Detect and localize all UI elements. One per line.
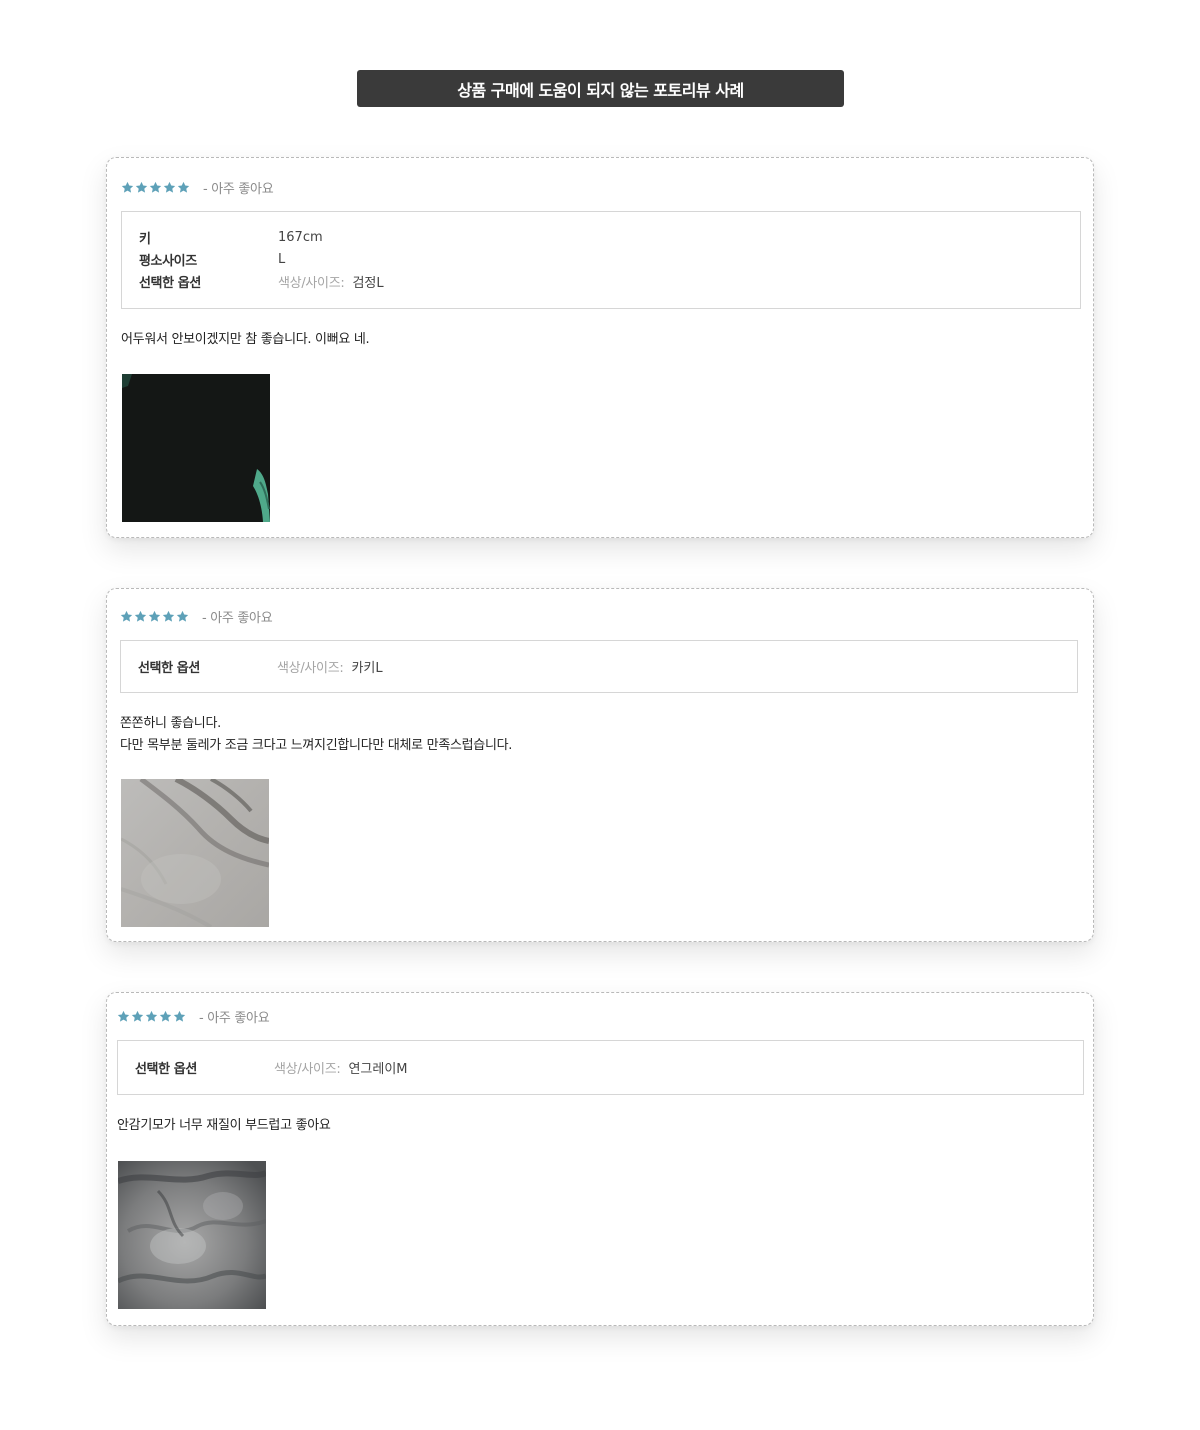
review-photo[interactable] (122, 374, 270, 522)
review-rating: - 아주 좋아요 (117, 1008, 270, 1026)
fleece-lining-photo-image (118, 1161, 266, 1309)
option-row-usual-size: 평소사이즈 L (139, 249, 1063, 269)
star-icon (131, 1010, 144, 1023)
rating-text: - 아주 좋아요 (199, 1010, 270, 1026)
review-options-box: 키 167cm 평소사이즈 L 선택한 옵션 색상/사이즈: 검정L (121, 211, 1081, 309)
option-label: 평소사이즈 (139, 253, 197, 269)
review-photo[interactable] (121, 779, 269, 927)
star-icon (173, 1010, 186, 1023)
option-row-selected: 선택한 옵션 색상/사이즈: 검정L (139, 271, 1063, 291)
star-icon (163, 181, 176, 194)
review-card: - 아주 좋아요 선택한 옵션 색상/사이즈: 연그레이M 안감기모가 너무 재… (106, 992, 1094, 1326)
star-icon (176, 610, 189, 623)
review-text-line: 다만 목부분 둘레가 조금 크다고 느껴지긴합니다만 대체로 만족스럽습니다. (120, 738, 513, 753)
option-row-height: 키 167cm (139, 227, 1063, 247)
option-key: 색상/사이즈: (274, 1061, 341, 1077)
review-text-line: 어두워서 안보이겠지만 참 좋습니다. 이뻐요 네. (121, 332, 370, 347)
option-label: 선택한 옵션 (135, 1061, 197, 1077)
star-icon (149, 181, 162, 194)
star-icon (177, 181, 190, 194)
page-banner-title: 상품 구매에 도움이 되지 않는 포토리뷰 사례 (357, 70, 844, 107)
star-icon (159, 1010, 172, 1023)
review-card: - 아주 좋아요 키 167cm 평소사이즈 L 선택한 옵션 색상/사이즈: … (106, 157, 1094, 538)
review-text: 쫀쫀하니 좋습니다. 다만 목부분 둘레가 조금 크다고 느껴지긴합니다만 대체… (120, 713, 512, 757)
review-options-box: 선택한 옵션 색상/사이즈: 카키L (120, 640, 1078, 693)
star-icon (134, 610, 147, 623)
rating-text: - 아주 좋아요 (202, 610, 273, 626)
review-rating: - 아주 좋아요 (121, 179, 274, 197)
star-icon (135, 181, 148, 194)
star-icon (162, 610, 175, 623)
review-text: 어두워서 안보이겠지만 참 좋습니다. 이뻐요 네. (121, 329, 370, 351)
star-icon (145, 1010, 158, 1023)
option-key: 색상/사이즈: (277, 660, 344, 676)
review-options-box: 선택한 옵션 색상/사이즈: 연그레이M (117, 1040, 1084, 1095)
star-rating (117, 1010, 187, 1023)
option-key: 색상/사이즈: (278, 275, 345, 291)
grey-fabric-photo-image (121, 779, 269, 927)
option-value: 연그레이M (348, 1061, 408, 1077)
option-value: L (278, 251, 286, 267)
review-card: - 아주 좋아요 선택한 옵션 색상/사이즈: 카키L 쫀쫀하니 좋습니다. 다… (106, 588, 1094, 942)
option-label: 키 (139, 231, 151, 247)
rating-text: - 아주 좋아요 (203, 181, 274, 197)
option-value: 검정L (352, 275, 384, 291)
option-value: 167cm (278, 229, 323, 245)
review-text: 안감기모가 너무 재질이 부드럽고 좋아요 (117, 1115, 331, 1137)
option-row-selected: 선택한 옵션 색상/사이즈: 연그레이M (135, 1057, 1066, 1077)
review-rating: - 아주 좋아요 (120, 608, 273, 626)
dark-photo-image (122, 374, 270, 522)
star-rating (120, 610, 190, 623)
option-row-selected: 선택한 옵션 색상/사이즈: 카키L (138, 656, 1060, 676)
review-text-line: 안감기모가 너무 재질이 부드럽고 좋아요 (117, 1118, 331, 1133)
star-icon (121, 181, 134, 194)
star-rating (121, 181, 191, 194)
option-value: 카키L (351, 660, 383, 676)
star-icon (120, 610, 133, 623)
star-icon (148, 610, 161, 623)
option-label: 선택한 옵션 (139, 275, 201, 291)
option-label: 선택한 옵션 (138, 660, 200, 676)
star-icon (117, 1010, 130, 1023)
review-text-line: 쫀쫀하니 좋습니다. (120, 716, 221, 731)
review-photo[interactable] (118, 1161, 266, 1309)
